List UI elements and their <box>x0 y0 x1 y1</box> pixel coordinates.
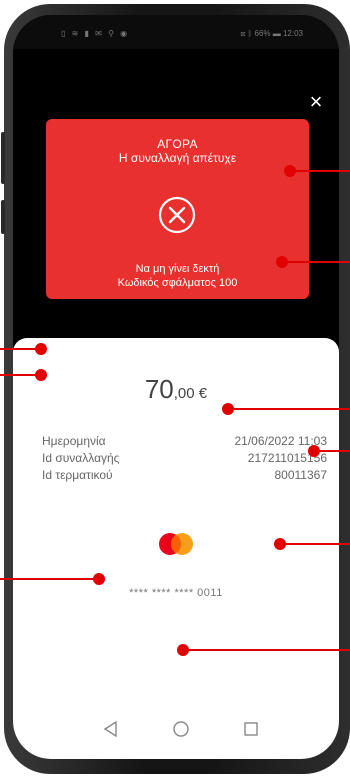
callout-dot <box>308 445 320 457</box>
callout-dot <box>35 343 47 355</box>
amount-integer: 70 <box>144 374 174 404</box>
receipt-panel: 70,00 € Ημερομηνία 21/06/2022 11:03 Id σ… <box>13 338 339 759</box>
error-code: Κωδικός σφάλματος 100 <box>117 277 238 289</box>
callout-line <box>290 170 350 172</box>
status-icons-left: ▯ ≋ ▮ ✉ ⚲ ◉ <box>61 29 130 38</box>
home-icon[interactable] <box>171 719 191 739</box>
callout-line <box>0 578 99 580</box>
callout-dot <box>35 369 47 381</box>
close-icon: × <box>309 89 323 114</box>
amount-decimal: ,00 € <box>173 385 208 402</box>
mastercard-icon <box>159 533 193 555</box>
close-button[interactable]: × <box>306 91 326 113</box>
volume-button <box>1 132 5 184</box>
back-icon[interactable] <box>101 719 121 739</box>
amount: 70,00 € <box>13 374 339 405</box>
decline-message: Να μη γίνει δεκτή <box>135 263 220 275</box>
phone-frame: ▯ ≋ ▮ ✉ ⚲ ◉ ⊠ ᛒ 66% ▬ 12:03 × ΑΓΟΡΑ Η συ… <box>1 4 350 774</box>
transaction-type: ΑΓΟΡΑ <box>157 137 198 151</box>
transaction-status: Η συναλλαγή απέτυχε <box>118 151 237 165</box>
callout-line <box>280 543 350 545</box>
android-nav-bar <box>13 719 339 747</box>
callout-dot <box>177 644 189 656</box>
callout-line <box>282 261 350 263</box>
date-label: Ημερομηνία <box>42 434 106 448</box>
transaction-id-label: Id συναλλαγής <box>42 451 120 465</box>
transaction-result-card: ΑΓΟΡΑ Η συναλλαγή απέτυχε Να μη γίνει δε… <box>46 119 309 299</box>
callout-dot <box>276 256 288 268</box>
terminal-id-value: 80011367 <box>274 468 328 482</box>
screen: ▯ ≋ ▮ ✉ ⚲ ◉ ⊠ ᛒ 66% ▬ 12:03 × ΑΓΟΡΑ Η συ… <box>13 15 339 759</box>
callout-line <box>183 649 350 651</box>
recents-icon[interactable] <box>241 719 261 739</box>
callout-dot <box>284 165 296 177</box>
side-button <box>1 200 5 234</box>
masked-card-number: **** **** **** 0011 <box>129 587 223 599</box>
status-bar: ▯ ≋ ▮ ✉ ⚲ ◉ ⊠ ᛒ 66% ▬ 12:03 <box>13 15 339 49</box>
callout-dot <box>93 573 105 585</box>
error-x-icon <box>158 196 196 234</box>
terminal-id-label: Id τερματικού <box>42 468 113 482</box>
callout-line <box>228 408 350 410</box>
callout-dot <box>274 538 286 550</box>
status-icons-right: ⊠ ᛒ 66% ▬ 12:03 <box>240 29 303 38</box>
callout-dot <box>222 403 234 415</box>
